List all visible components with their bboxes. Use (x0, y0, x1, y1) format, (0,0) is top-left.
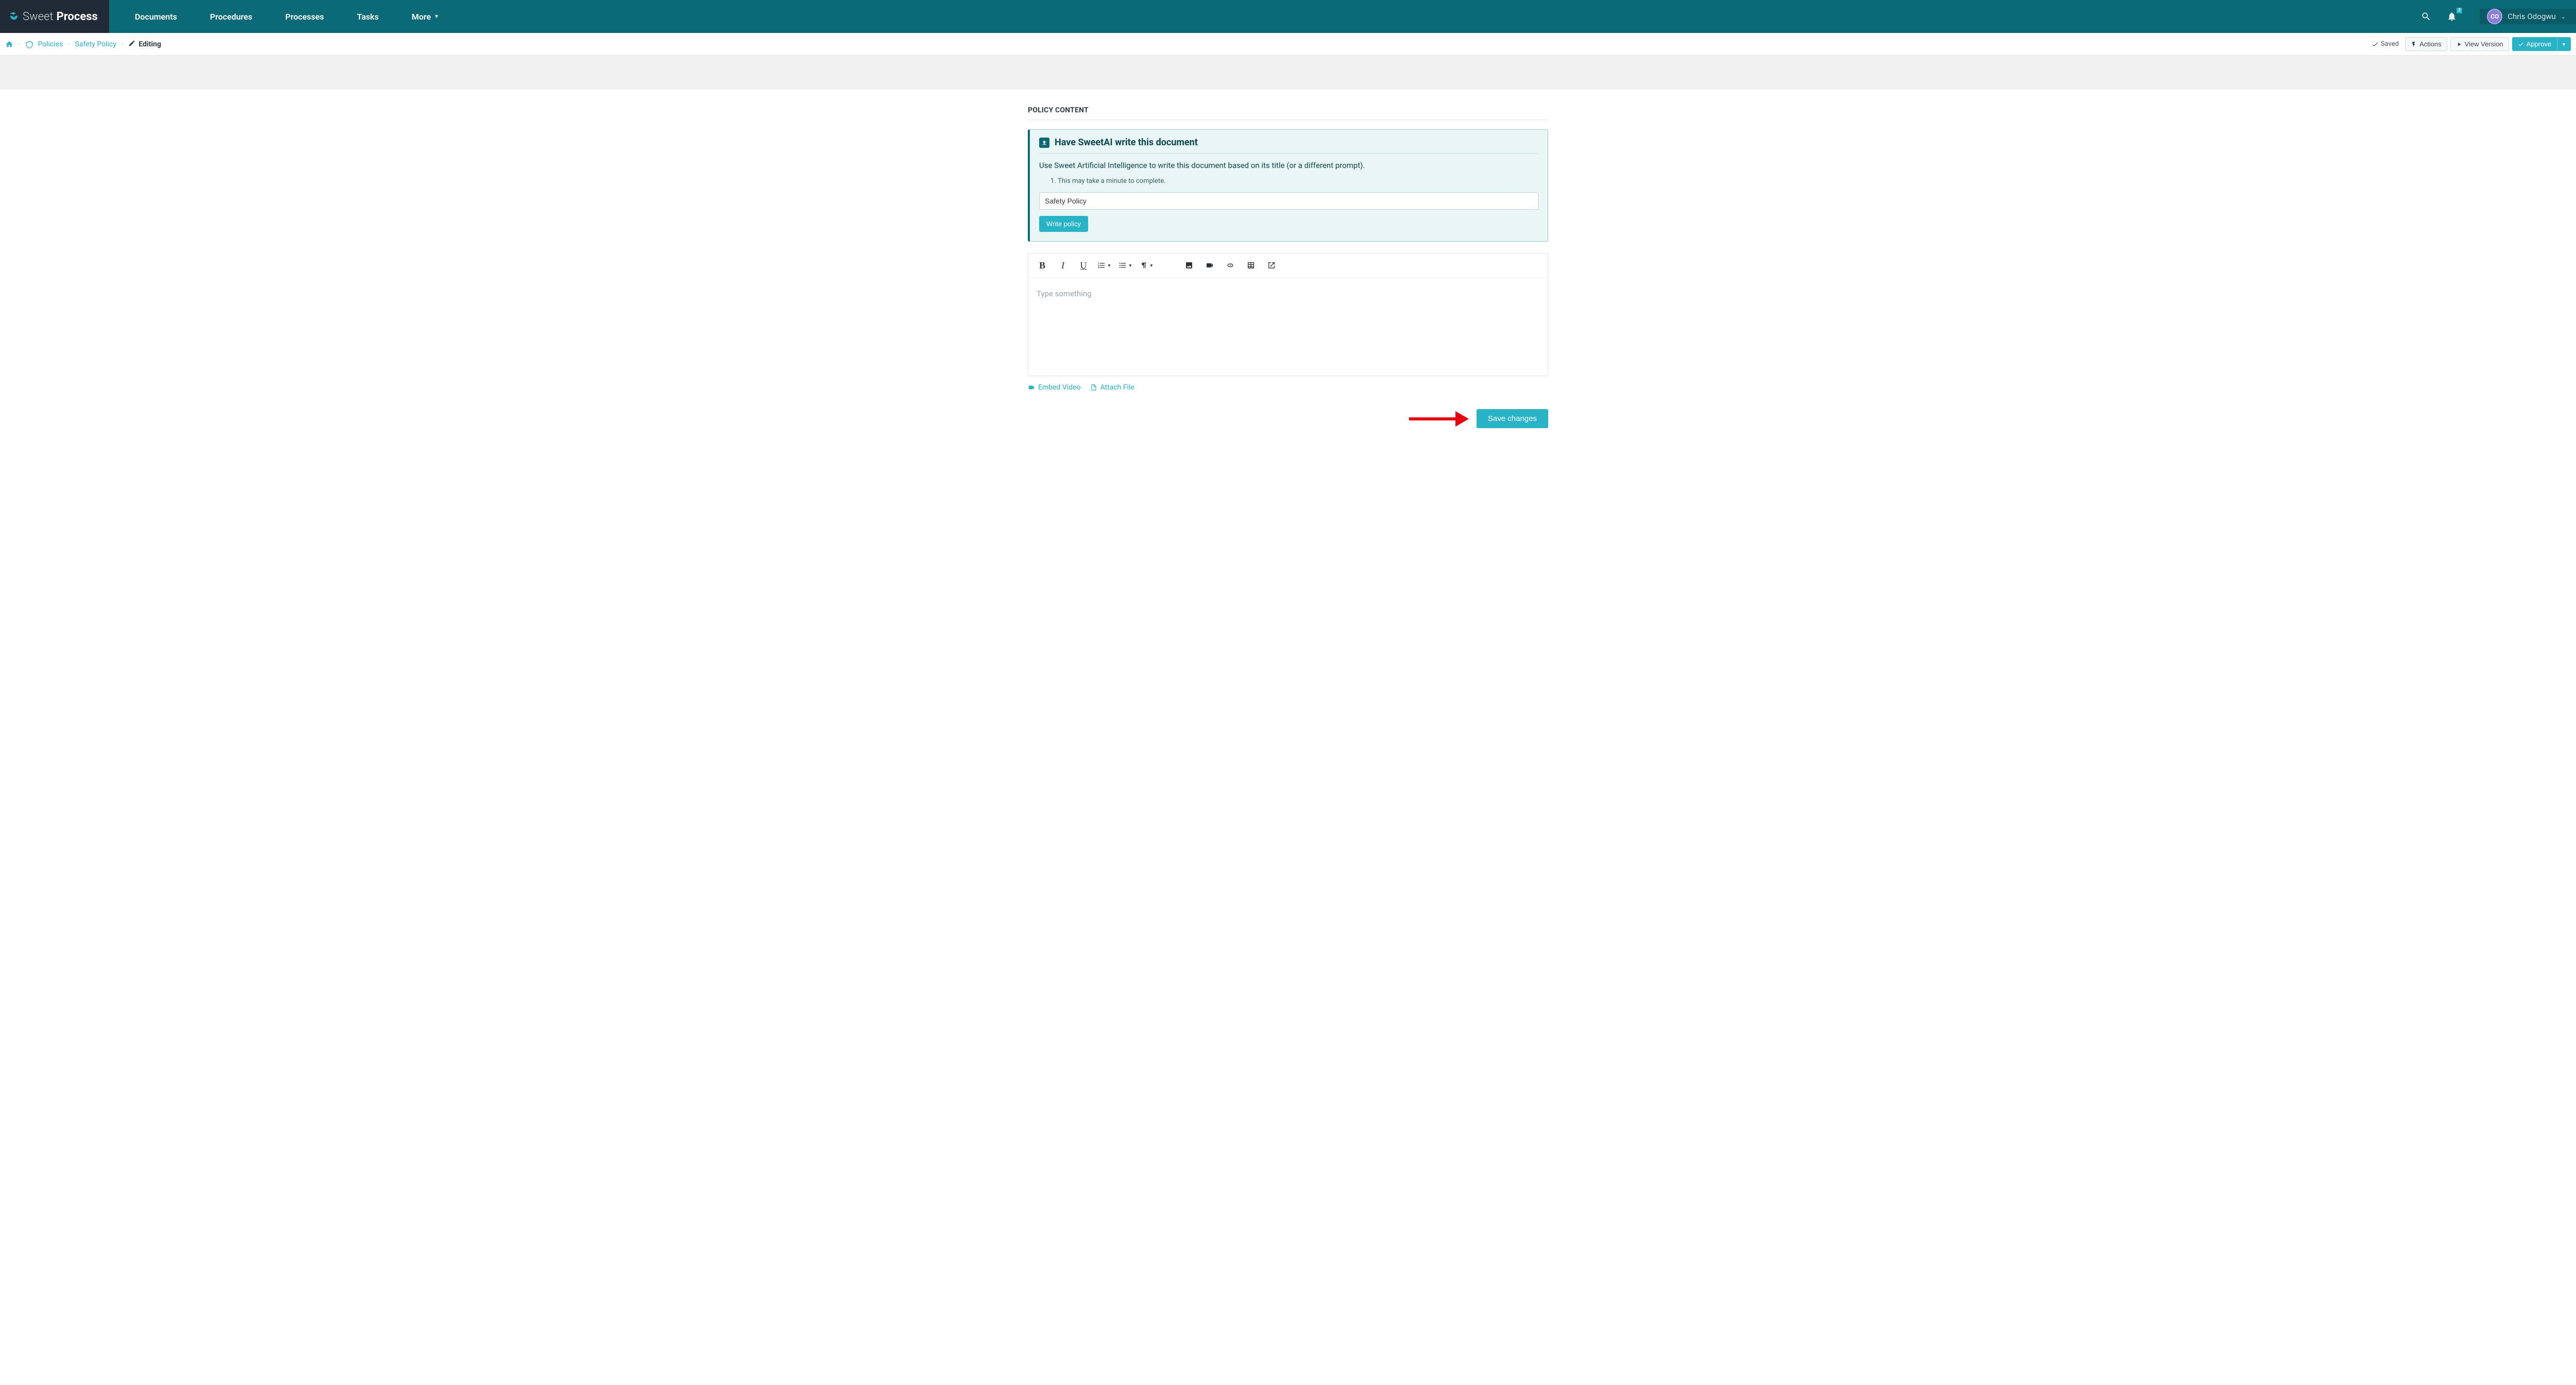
folder-icon (25, 40, 36, 48)
embed-video-label: Embed Video (1038, 383, 1081, 392)
unordered-list-button[interactable]: ▼ (1118, 259, 1132, 272)
nav-procedures[interactable]: Procedures (196, 0, 267, 33)
annotation-arrow (1409, 408, 1486, 429)
editor-toolbar: B I U ▼ ▼ ▼ (1028, 254, 1548, 278)
header-gray-band (0, 56, 2576, 90)
sweetai-heading: Have SweetAI write this document (1039, 137, 1538, 154)
breadcrumb-editing: Editing (128, 40, 161, 49)
view-version-label: View Version (2465, 40, 2503, 48)
nav-processes[interactable]: Processes (271, 0, 338, 33)
editor-under-links: Embed Video Attach File (1028, 383, 1548, 392)
paragraph-format-button[interactable]: ▼ (1140, 259, 1154, 272)
chevron-down-icon: ⌄ (2561, 13, 2566, 20)
notifications-badge: 2 (2456, 8, 2462, 13)
italic-button[interactable]: I (1056, 259, 1070, 272)
approve-label: Approve (2527, 40, 2551, 48)
sweetai-note-1: This may take a minute to complete. (1058, 177, 1538, 185)
topbar-right: 2 CO Chris Odogwu ⌄ (2419, 0, 2576, 33)
top-navbar: SweetProcess Documents Procedures Proces… (0, 0, 2576, 33)
insert-image-button[interactable] (1182, 259, 1196, 272)
sweetai-heading-label: Have SweetAI write this document (1055, 137, 1198, 148)
save-bar: Save changes (1028, 409, 1548, 428)
ordered-list-button[interactable]: ▼ (1097, 259, 1111, 272)
user-name: Chris Odogwu (2507, 12, 2556, 21)
nav-more-label: More (412, 12, 431, 22)
search-icon[interactable] (2419, 9, 2433, 24)
breadcrumb-editing-label: Editing (139, 40, 161, 48)
main-content: POLICY CONTENT Have SweetAI write this d… (1023, 106, 1553, 428)
approve-button[interactable]: Approve (2512, 37, 2557, 51)
write-policy-button[interactable]: Write policy (1039, 216, 1088, 232)
upload-icon (1039, 138, 1049, 148)
save-changes-button[interactable]: Save changes (1477, 409, 1548, 428)
sweetai-description: Use Sweet Artificial Intelligence to wri… (1039, 161, 1538, 170)
sweetai-panel: Have SweetAI write this document Use Swe… (1028, 129, 1548, 242)
section-title: POLICY CONTENT (1028, 106, 1548, 120)
sub-bar: › Policies › Safety Policy › Editing Sav… (0, 33, 2576, 56)
insert-video-button[interactable] (1203, 259, 1216, 272)
breadcrumb-separator: › (122, 41, 123, 47)
saved-status: Saved (2371, 40, 2399, 48)
breadcrumb-policy-name[interactable]: Safety Policy (75, 40, 116, 48)
open-external-button[interactable] (1265, 259, 1278, 272)
pencil-icon (128, 40, 135, 49)
notifications-icon[interactable]: 2 (2445, 9, 2459, 24)
sweetai-notes-list: This may take a minute to complete. (1058, 177, 1538, 185)
sweetai-prompt-input[interactable] (1039, 192, 1538, 210)
nav-tasks[interactable]: Tasks (343, 0, 393, 33)
attach-file-label: Attach File (1100, 383, 1134, 392)
approve-dropdown-toggle[interactable]: ▼ (2557, 37, 2571, 51)
view-version-button[interactable]: View Version (2450, 37, 2509, 51)
avatar: CO (2487, 9, 2502, 24)
underline-button[interactable]: U (1077, 259, 1090, 272)
brand-text-bold: Process (56, 10, 97, 23)
editor-textarea[interactable] (1028, 278, 1548, 376)
subbar-actions: Saved Actions View Version Approve ▼ (2371, 37, 2571, 51)
attach-file-link[interactable]: Attach File (1090, 383, 1134, 392)
breadcrumb-policies-label: Policies (38, 40, 63, 48)
nav-more[interactable]: More▼ (397, 0, 453, 33)
actions-button-label: Actions (2419, 40, 2442, 48)
brand-box[interactable]: SweetProcess (0, 0, 109, 33)
saved-label: Saved (2381, 40, 2399, 48)
rich-text-editor: B I U ▼ ▼ ▼ (1028, 253, 1548, 376)
user-menu[interactable]: CO Chris Odogwu ⌄ (2480, 9, 2576, 24)
bold-button[interactable]: B (1036, 259, 1049, 272)
breadcrumb: › Policies › Safety Policy › Editing (5, 40, 161, 49)
caret-down-icon: ▼ (1128, 263, 1132, 268)
main-nav: Documents Procedures Processes Tasks Mor… (109, 0, 454, 33)
brand: SweetProcess (8, 10, 98, 23)
caret-down-icon: ▼ (2562, 42, 2566, 47)
nav-documents[interactable]: Documents (121, 0, 192, 33)
home-icon[interactable] (5, 40, 13, 48)
breadcrumb-separator: › (19, 41, 20, 47)
brand-text-thin: Sweet (23, 10, 53, 23)
caret-down-icon: ▼ (1149, 263, 1154, 268)
approve-split-button: Approve ▼ (2512, 37, 2571, 51)
breadcrumb-separator: › (68, 41, 70, 47)
chevron-down-icon: ▼ (434, 14, 439, 20)
insert-link-button[interactable] (1224, 259, 1237, 272)
brand-logo-icon (8, 12, 20, 21)
embed-video-link[interactable]: Embed Video (1028, 383, 1081, 392)
insert-table-button[interactable] (1244, 259, 1258, 272)
caret-down-icon: ▼ (1107, 263, 1111, 268)
actions-button[interactable]: Actions (2405, 37, 2447, 51)
breadcrumb-policies[interactable]: Policies (25, 40, 63, 48)
